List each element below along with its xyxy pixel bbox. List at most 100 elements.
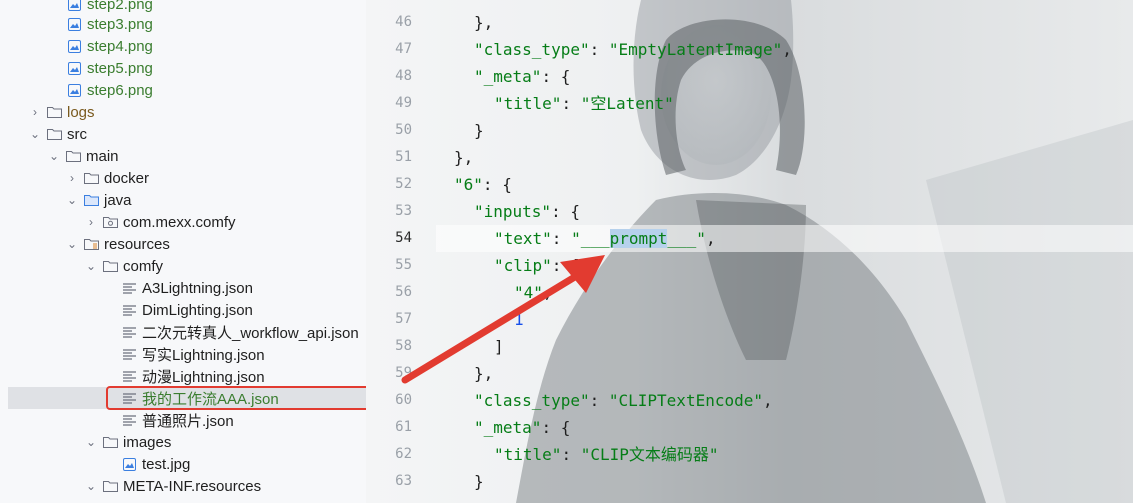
- image-file-icon: [66, 0, 82, 11]
- tree-item-resources[interactable]: ⌄ resources: [0, 233, 366, 255]
- tree-item-com-mexx-comfy[interactable]: › com.mexx.comfy: [0, 211, 366, 233]
- tree-item-meta-inf-resources[interactable]: ⌄ META-INF.resources: [0, 475, 366, 497]
- chevron-down-icon[interactable]: ⌄: [65, 193, 79, 207]
- line-number: 47: [395, 41, 412, 57]
- line-number: 58: [395, 338, 412, 354]
- json-file-icon: [121, 303, 137, 317]
- tree-item-label: logs: [67, 103, 95, 121]
- chevron-right-icon[interactable]: ›: [65, 171, 79, 185]
- tree-item-label: java: [104, 191, 132, 209]
- code-line[interactable]: }: [474, 117, 484, 144]
- tree-item-label: 写实Lightning.json: [142, 346, 265, 364]
- line-number: 50: [395, 122, 412, 138]
- tree-item-anime-to-real-json[interactable]: 二次元转真人_workflow_api.json: [0, 321, 366, 343]
- chevron-down-icon[interactable]: ⌄: [47, 149, 61, 163]
- tree-item-normal-photo-json[interactable]: 普通照片.json: [0, 409, 366, 431]
- code-line[interactable]: "title": "CLIP文本编码器": [494, 441, 719, 468]
- json-file-icon: [121, 281, 137, 295]
- tree-item-step3-png[interactable]: step3.png: [0, 13, 366, 35]
- code-line[interactable]: "_meta": {: [474, 414, 570, 441]
- tree-item-step5-png[interactable]: step5.png: [0, 57, 366, 79]
- line-number: 60: [395, 392, 412, 408]
- folder-icon: [102, 259, 118, 273]
- chevron-down-icon[interactable]: ⌄: [84, 259, 98, 273]
- code-line[interactable]: "_meta": {: [474, 63, 570, 90]
- code-line[interactable]: },: [474, 9, 493, 36]
- line-number: 51: [395, 149, 412, 165]
- chevron-down-icon[interactable]: ⌄: [28, 127, 42, 141]
- tree-item-label: 普通照片.json: [142, 412, 234, 430]
- resources-folder-icon: [83, 237, 99, 251]
- folder-icon: [83, 171, 99, 185]
- image-file-icon: [66, 83, 82, 97]
- tree-item-dimlighting-json[interactable]: DimLighting.json: [0, 299, 366, 321]
- line-number: 62: [395, 446, 412, 462]
- tree-item-label: step2.png: [87, 0, 153, 13]
- tree-item-label: A3Lightning.json: [142, 279, 253, 297]
- tree-item-label: src: [67, 125, 87, 143]
- tree-item-src[interactable]: ⌄ src: [0, 123, 366, 145]
- code-line[interactable]: 1: [514, 306, 524, 333]
- tree-item-label: com.mexx.comfy: [123, 213, 236, 231]
- code-line[interactable]: "class_type": "CLIPTextEncode",: [474, 387, 773, 414]
- line-number: 63: [395, 473, 412, 489]
- chevron-down-icon[interactable]: ⌄: [65, 237, 79, 251]
- tree-item-main[interactable]: ⌄ main: [0, 145, 366, 167]
- tree-item-docker[interactable]: › docker: [0, 167, 366, 189]
- code-line[interactable]: }: [474, 468, 484, 495]
- folder-icon: [102, 435, 118, 449]
- tree-item-comfy[interactable]: ⌄ comfy: [0, 255, 366, 277]
- line-number: 59: [395, 365, 412, 381]
- tree-item-label: DimLighting.json: [142, 301, 253, 319]
- tree-item-realistic-lightning-json[interactable]: 写实Lightning.json: [0, 343, 366, 365]
- line-number: 46: [395, 14, 412, 30]
- code-line[interactable]: "4",: [514, 279, 553, 306]
- tree-item-a3lightning-json[interactable]: A3Lightning.json: [0, 277, 366, 299]
- code-line[interactable]: "6": {: [454, 171, 512, 198]
- line-number: 48: [395, 68, 412, 84]
- code-line[interactable]: "text": "___prompt___",: [494, 225, 716, 252]
- line-number: 52: [395, 176, 412, 192]
- selected-text: prompt: [609, 229, 668, 248]
- json-file-icon: [121, 369, 137, 383]
- line-number: 56: [395, 284, 412, 300]
- tree-item-label: comfy: [123, 257, 164, 275]
- line-number: 49: [395, 95, 412, 111]
- code-line[interactable]: },: [454, 144, 473, 171]
- code-line[interactable]: "class_type": "EmptyLatentImage",: [474, 36, 792, 63]
- folder-icon: [46, 105, 62, 119]
- line-number: 61: [395, 419, 412, 435]
- tree-item-java[interactable]: ⌄ java: [0, 189, 366, 211]
- folder-icon: [65, 149, 81, 163]
- tree-item-step6-png[interactable]: step6.png: [0, 79, 366, 101]
- tree-item-label: 二次元转真人_workflow_api.json: [142, 324, 359, 342]
- chevron-right-icon[interactable]: ›: [84, 215, 98, 229]
- json-file-icon: [121, 347, 137, 361]
- tree-item-label: images: [123, 433, 172, 451]
- tree-item-anime-lightning-json[interactable]: 动漫Lightning.json: [0, 365, 366, 387]
- tree-item-test-jpg[interactable]: test.jpg: [0, 453, 366, 475]
- code-line[interactable]: "title": "空Latent": [494, 90, 674, 117]
- line-number-gutter: 46 47 48 49 50 51 52 53 54 55 56 57 58 59 60 61 62 63: [366, 0, 434, 503]
- tree-item-logs[interactable]: › logs: [0, 101, 366, 123]
- line-number: 55: [395, 257, 412, 273]
- folder-icon: [102, 479, 118, 493]
- image-file-icon: [66, 61, 82, 75]
- tree-item-step4-png[interactable]: step4.png: [0, 35, 366, 57]
- source-folder-icon: [83, 193, 99, 207]
- project-tree: step2.png step3.png step4.png step5.png …: [0, 0, 366, 503]
- code-line[interactable]: "clip": [: [494, 252, 581, 279]
- json-file-icon: [121, 325, 137, 339]
- package-icon: [102, 215, 118, 229]
- chevron-right-icon[interactable]: ›: [28, 105, 42, 119]
- code-line[interactable]: },: [474, 360, 493, 387]
- tree-item-label: test.jpg: [142, 455, 191, 473]
- code-line[interactable]: "inputs": {: [474, 198, 580, 225]
- code-editor[interactable]: 46 47 48 49 50 51 52 53 54 55 56 57 58 59 60 61 62 63 }, "…: [366, 0, 1133, 503]
- code-line[interactable]: ]: [494, 333, 504, 360]
- tree-item-label: step3.png: [87, 15, 153, 33]
- line-number: 57: [395, 311, 412, 327]
- chevron-down-icon[interactable]: ⌄: [84, 479, 98, 493]
- tree-item-images[interactable]: ⌄ images: [0, 431, 366, 453]
- chevron-down-icon[interactable]: ⌄: [84, 435, 98, 449]
